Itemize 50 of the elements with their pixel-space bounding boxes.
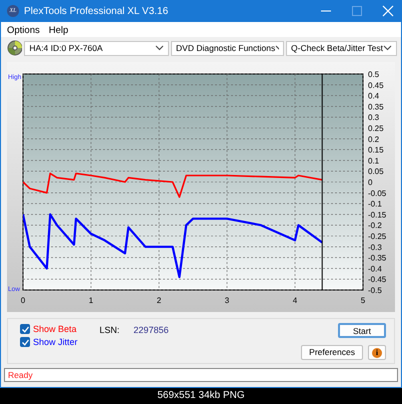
drive-value: HA:4 ID:0 PX-760A bbox=[29, 43, 103, 53]
chevron-down-icon bbox=[155, 45, 164, 51]
menu-item[interactable]: Help bbox=[48, 24, 68, 36]
y-tick-label: 0.15 bbox=[368, 146, 384, 155]
y-tick-label: 0.4 bbox=[368, 92, 380, 101]
x-tick-label: 2 bbox=[156, 296, 162, 305]
window-title: PlexTools Professional XL V3.16 bbox=[24, 6, 168, 16]
function-value: DVD Diagnostic Functions bbox=[176, 43, 276, 53]
y-tick-label: -0.2 bbox=[368, 221, 382, 230]
y-tick-label: 0.5 bbox=[368, 70, 380, 79]
y-tick-label: 0.45 bbox=[368, 80, 384, 90]
close-icon[interactable] bbox=[381, 4, 395, 18]
checkbox[interactable] bbox=[20, 337, 30, 347]
y-tick-label: 0.3 bbox=[368, 113, 380, 122]
x-tick-label: 1 bbox=[88, 296, 94, 305]
x-tick-label: 4 bbox=[292, 296, 298, 305]
chevron-down-icon bbox=[275, 45, 280, 51]
y-tick-label: -0.05 bbox=[368, 188, 386, 198]
drive-dropdown[interactable]: HA:4 ID:0 PX-760A bbox=[24, 40, 170, 56]
y-tick-label: -0.15 bbox=[368, 210, 386, 220]
y-tick-label: -0.45 bbox=[368, 275, 386, 284]
y-tick-label: 0.35 bbox=[368, 102, 384, 112]
y-tick-label: -0.35 bbox=[368, 254, 386, 263]
y-tick-label: 0.05 bbox=[368, 167, 384, 176]
checkbox[interactable] bbox=[20, 324, 30, 334]
menu-item[interactable]: Options bbox=[7, 24, 40, 36]
y-tick-label: 0 bbox=[368, 178, 372, 187]
y-tick-label: -0.1 bbox=[368, 200, 382, 209]
lsn-value: 2297856 bbox=[134, 325, 169, 335]
y-tick-label: 0.25 bbox=[368, 124, 384, 133]
x-tick-label: 5 bbox=[360, 296, 366, 305]
test-value: Q-Check Beta/Jitter Test bbox=[291, 43, 383, 53]
info-button[interactable]: i bbox=[368, 345, 386, 360]
y-tick-label: 0.1 bbox=[368, 156, 380, 166]
start-button[interactable]: Start bbox=[338, 323, 386, 338]
y-tick-label: -0.25 bbox=[368, 232, 386, 241]
y-tick-label: -0.3 bbox=[368, 242, 382, 252]
lsn-label: LSN: bbox=[100, 325, 120, 335]
function-dropdown[interactable]: DVD Diagnostic Functions bbox=[171, 40, 284, 56]
x-tick-label: 3 bbox=[224, 296, 230, 305]
y-tick-label: -0.4 bbox=[368, 264, 382, 274]
status-text: Ready bbox=[8, 370, 33, 380]
preferences-button[interactable]: Preferences bbox=[301, 345, 363, 360]
checkbox-label: Show Beta bbox=[33, 324, 77, 334]
checkbox-label: Show Jitter bbox=[33, 337, 78, 347]
y-tick-label: 0.2 bbox=[368, 134, 380, 144]
y-tick-label: -0.5 bbox=[368, 286, 382, 295]
test-dropdown[interactable]: Q-Check Beta/Jitter Test bbox=[286, 40, 397, 56]
chevron-down-icon bbox=[383, 45, 392, 51]
x-tick-label: 0 bbox=[20, 296, 26, 305]
